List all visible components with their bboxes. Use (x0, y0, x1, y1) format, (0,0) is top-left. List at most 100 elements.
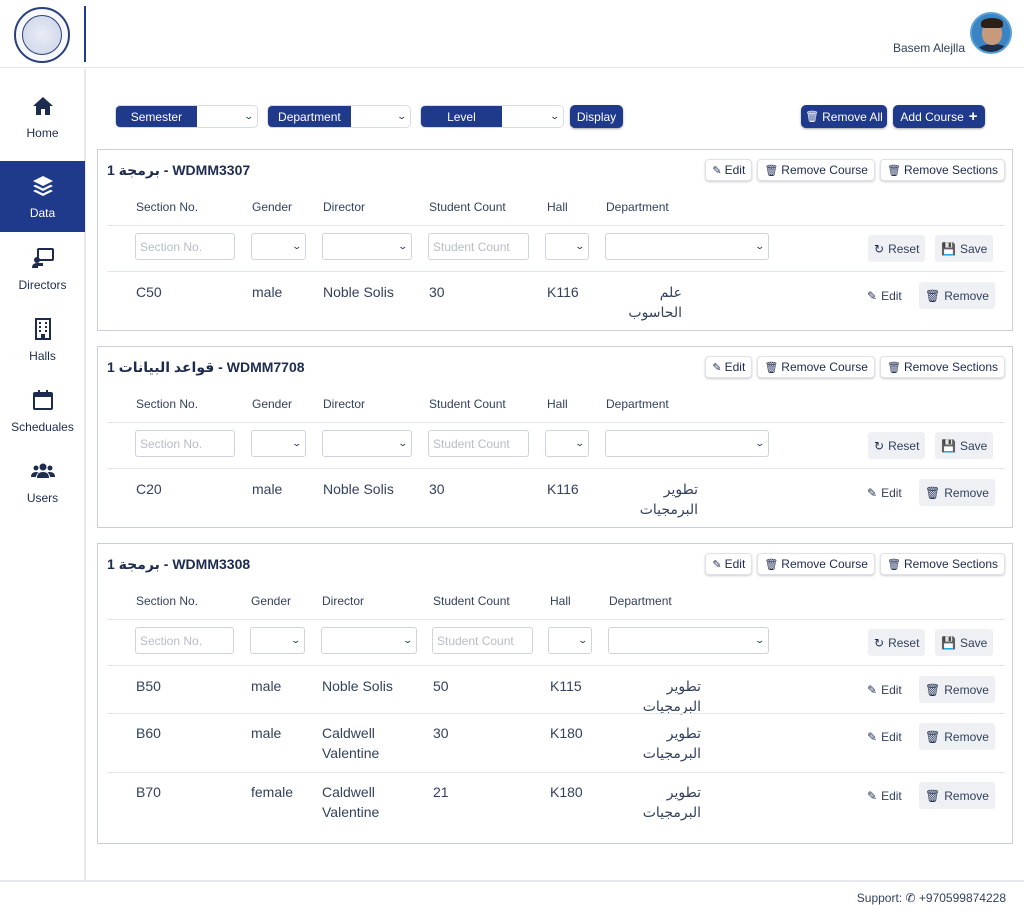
remove-sections-button[interactable]: 🗑 Remove Sections (879, 553, 1005, 575)
column-header: Department (606, 397, 669, 411)
director-select[interactable]: ⌄ (322, 233, 412, 260)
remove-all-button[interactable]: 🗑 Remove All (801, 105, 887, 128)
save-button[interactable]: 💾 Save (935, 235, 994, 262)
edit-icon: ✎ (867, 288, 878, 303)
chevron-down-icon: ⌄ (574, 438, 586, 448)
edit-section-button[interactable]: ✎ Edit (867, 479, 902, 506)
edit-icon: ✎ (712, 361, 722, 374)
semester-select[interactable]: Semester ⌄ (115, 105, 258, 128)
user-avatar[interactable] (970, 12, 1012, 54)
trash-icon: 🗑 (925, 729, 941, 744)
column-header: Student Count (433, 594, 510, 608)
hall-select[interactable]: ⌄ (545, 430, 589, 457)
sidebar-item-directors[interactable]: Directors (0, 233, 85, 304)
remove-section-button[interactable]: 🗑 Remove (919, 723, 995, 750)
cell-count: 50 (433, 678, 449, 694)
remove-course-button[interactable]: 🗑 Remove Course (757, 553, 875, 575)
column-header: Gender (251, 594, 292, 608)
remove-label: Remove (944, 729, 989, 744)
remove-course-button[interactable]: 🗑 Remove Course (757, 159, 875, 181)
student-count-input[interactable]: Student Count (428, 233, 529, 260)
sidebar-item-data[interactable]: Data (0, 161, 85, 232)
chevron-down-icon: ⌄ (574, 241, 586, 251)
header-divider (84, 6, 86, 62)
chevron-down-icon: ⌄ (549, 111, 561, 121)
cell-section: C50 (136, 284, 162, 300)
trash-icon: 🗑 (925, 288, 941, 303)
reset-button[interactable]: ↻ Reset (868, 629, 926, 656)
add-course-button[interactable]: Add Course + (893, 105, 985, 128)
sync-icon: ↻ (874, 241, 885, 256)
reset-label: Reset (888, 438, 920, 453)
reset-button[interactable]: ↻ Reset (868, 235, 926, 262)
gender-select[interactable]: ⌄ (251, 430, 306, 457)
column-header: Gender (252, 200, 293, 214)
cell-hall: K180 (550, 784, 583, 800)
trash-icon: 🗑 (805, 111, 820, 123)
remove-section-button[interactable]: 🗑 Remove (919, 782, 995, 809)
sidebar-item-label: Home (26, 125, 59, 140)
column-header: Director (322, 594, 365, 608)
section-no-input[interactable]: Section No. (135, 627, 234, 654)
course-title: برمجة 1 - WDMM3307 (107, 162, 251, 178)
university-logo[interactable] (14, 7, 70, 63)
support-phone[interactable]: +970599874228 (919, 891, 1006, 905)
save-icon: 💾 (941, 438, 956, 453)
username[interactable]: Basem Alejlla (893, 41, 965, 55)
edit-course-button[interactable]: ✎ Edit (705, 159, 753, 181)
column-header: Director (323, 397, 366, 411)
remove-section-button[interactable]: 🗑 Remove (919, 282, 995, 309)
student-count-input[interactable]: Student Count (428, 430, 529, 457)
save-button[interactable]: 💾 Save (935, 432, 994, 459)
hall-select[interactable]: ⌄ (548, 627, 592, 654)
cell-section: B70 (136, 784, 161, 800)
section-no-input[interactable]: Section No. (135, 430, 235, 457)
edit-section-button[interactable]: ✎ Edit (867, 723, 902, 750)
level-select[interactable]: Level ⌄ (420, 105, 564, 128)
section-no-input[interactable]: Section No. (135, 233, 235, 260)
edit-icon: ✎ (712, 164, 722, 177)
reset-button[interactable]: ↻ Reset (868, 432, 926, 459)
cell-count: 30 (429, 481, 445, 497)
director-select[interactable]: ⌄ (322, 430, 412, 457)
edit-section-button[interactable]: ✎ Edit (867, 282, 902, 309)
sidebar-item-scheduales[interactable]: Scheduales (0, 375, 85, 446)
sidebar-item-halls[interactable]: Halls (0, 304, 85, 375)
reset-label: Reset (888, 241, 920, 256)
edit-course-button[interactable]: ✎ Edit (705, 356, 753, 378)
remove-sections-button[interactable]: 🗑 Remove Sections (879, 159, 1005, 181)
remove-sections-button[interactable]: 🗑 Remove Sections (879, 356, 1005, 378)
display-button-label: Display (576, 109, 617, 124)
trash-icon: 🗑 (925, 788, 941, 803)
reset-label: Reset (888, 635, 920, 650)
cell-hall: K116 (547, 481, 579, 497)
column-header: Section No. (136, 594, 199, 608)
department-field-select[interactable]: ⌄ (608, 627, 769, 654)
department-field-select[interactable]: ⌄ (605, 430, 769, 457)
remove-course-button[interactable]: 🗑 Remove Course (757, 356, 875, 378)
student-count-input[interactable]: Student Count (432, 627, 533, 654)
save-button[interactable]: 💾 Save (935, 629, 994, 656)
column-header: Student Count (429, 200, 506, 214)
edit-section-button[interactable]: ✎ Edit (867, 782, 902, 809)
sidebar-item-users[interactable]: Users (0, 446, 85, 517)
edit-section-button[interactable]: ✎ Edit (867, 676, 902, 703)
remove-sections-label: Remove Sections (903, 163, 998, 177)
chalkboard-teacher-icon (31, 247, 54, 268)
edit-course-button[interactable]: ✎ Edit (705, 553, 753, 575)
department-select[interactable]: Department ⌄ (267, 105, 411, 128)
hall-select[interactable]: ⌄ (545, 233, 589, 260)
cell-section: C20 (136, 481, 162, 497)
display-button[interactable]: Display (570, 105, 623, 128)
remove-section-button[interactable]: 🗑 Remove (919, 676, 995, 703)
edit-icon: ✎ (867, 682, 878, 697)
sidebar-item-label: Directors (18, 277, 67, 292)
cell-director: Caldwell Valentine (322, 725, 380, 761)
sidebar-item-home[interactable]: Home (0, 81, 85, 152)
remove-section-button[interactable]: 🗑 Remove (919, 479, 995, 506)
gender-select[interactable]: ⌄ (250, 627, 305, 654)
column-header: Section No. (136, 397, 199, 411)
gender-select[interactable]: ⌄ (251, 233, 306, 260)
director-select[interactable]: ⌄ (321, 627, 417, 654)
department-field-select[interactable]: ⌄ (605, 233, 769, 260)
